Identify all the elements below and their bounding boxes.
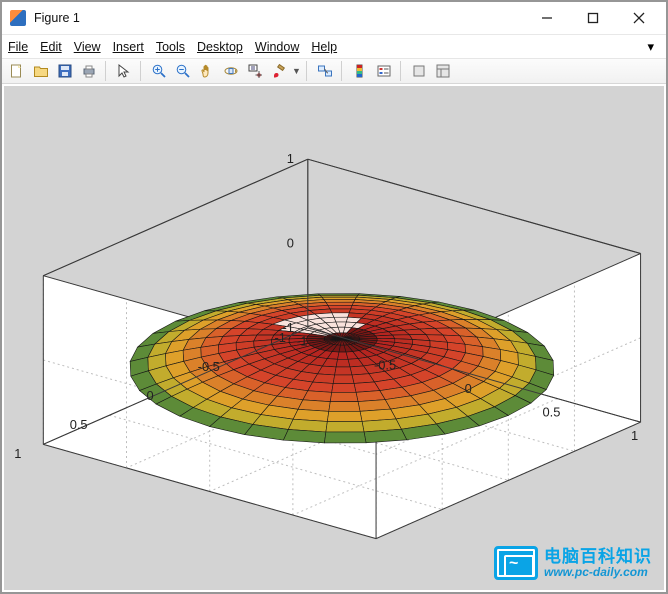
- hide-plot-tools-icon[interactable]: [408, 60, 430, 82]
- menubar: File Edit View Insert Tools Desktop Wind…: [2, 34, 666, 58]
- menu-edit[interactable]: Edit: [40, 40, 62, 54]
- toolbar-separator: [341, 61, 344, 81]
- insert-colorbar-icon[interactable]: [349, 60, 371, 82]
- menu-overflow-icon[interactable]: ▾: [647, 39, 660, 55]
- svg-text:-0.5: -0.5: [374, 357, 396, 372]
- rotate3d-icon[interactable]: [220, 60, 242, 82]
- menu-help[interactable]: Help: [311, 40, 337, 54]
- menu-insert[interactable]: Insert: [113, 40, 144, 54]
- close-button[interactable]: [616, 3, 662, 33]
- menu-window[interactable]: Window: [255, 40, 299, 54]
- zoom-in-icon[interactable]: [148, 60, 170, 82]
- insert-legend-icon[interactable]: [373, 60, 395, 82]
- toolbar-separator: [140, 61, 143, 81]
- svg-text:1: 1: [14, 446, 21, 461]
- minimize-button[interactable]: [524, 3, 570, 33]
- link-plots-icon[interactable]: [314, 60, 336, 82]
- watermark-logo-icon: [494, 546, 538, 580]
- print-icon[interactable]: [78, 60, 100, 82]
- menu-tools[interactable]: Tools: [156, 40, 185, 54]
- new-figure-icon[interactable]: [6, 60, 28, 82]
- edit-pointer-icon[interactable]: [113, 60, 135, 82]
- watermark: 电脑百科知识 www.pc-daily.com: [494, 546, 652, 580]
- svg-text:-1: -1: [282, 320, 293, 335]
- pan-icon[interactable]: [196, 60, 218, 82]
- svg-text:0: 0: [287, 236, 294, 251]
- maximize-button[interactable]: [570, 3, 616, 33]
- svg-text:0.5: 0.5: [70, 417, 88, 432]
- svg-text:1: 1: [287, 151, 294, 166]
- watermark-text-cn: 电脑百科知识: [544, 548, 652, 566]
- toolbar-separator: [400, 61, 403, 81]
- menu-file[interactable]: File: [8, 40, 28, 54]
- toolbar-separator: [306, 61, 309, 81]
- svg-text:0: 0: [465, 381, 472, 396]
- menu-desktop[interactable]: Desktop: [197, 40, 243, 54]
- menu-view[interactable]: View: [74, 40, 101, 54]
- toolbar: ▼: [2, 58, 666, 84]
- svg-text:-0.5: -0.5: [198, 359, 220, 374]
- open-icon[interactable]: [30, 60, 52, 82]
- svg-text:1: 1: [631, 428, 638, 443]
- toolbar-separator: [105, 61, 108, 81]
- svg-text:0.5: 0.5: [542, 404, 560, 419]
- window-title: Figure 1: [34, 11, 524, 25]
- surf3d-plot: -1-0.500.51-1-0.500.51-101: [4, 86, 664, 590]
- show-plot-tools-icon[interactable]: [432, 60, 454, 82]
- brush-icon[interactable]: [268, 60, 290, 82]
- svg-text:0: 0: [147, 388, 154, 403]
- watermark-text-url: www.pc-daily.com: [544, 566, 652, 579]
- svg-text:-1: -1: [296, 334, 307, 349]
- axes-canvas[interactable]: -1-0.500.51-1-0.500.51-101 电脑百科知识 www.pc…: [4, 86, 664, 590]
- zoom-out-icon[interactable]: [172, 60, 194, 82]
- matlab-icon: [10, 10, 26, 26]
- titlebar: Figure 1: [2, 2, 666, 34]
- brush-dropdown-icon[interactable]: ▼: [292, 66, 301, 76]
- save-icon[interactable]: [54, 60, 76, 82]
- figure-window: Figure 1 File Edit View Insert Tools Des…: [0, 0, 668, 594]
- data-cursor-icon[interactable]: [244, 60, 266, 82]
